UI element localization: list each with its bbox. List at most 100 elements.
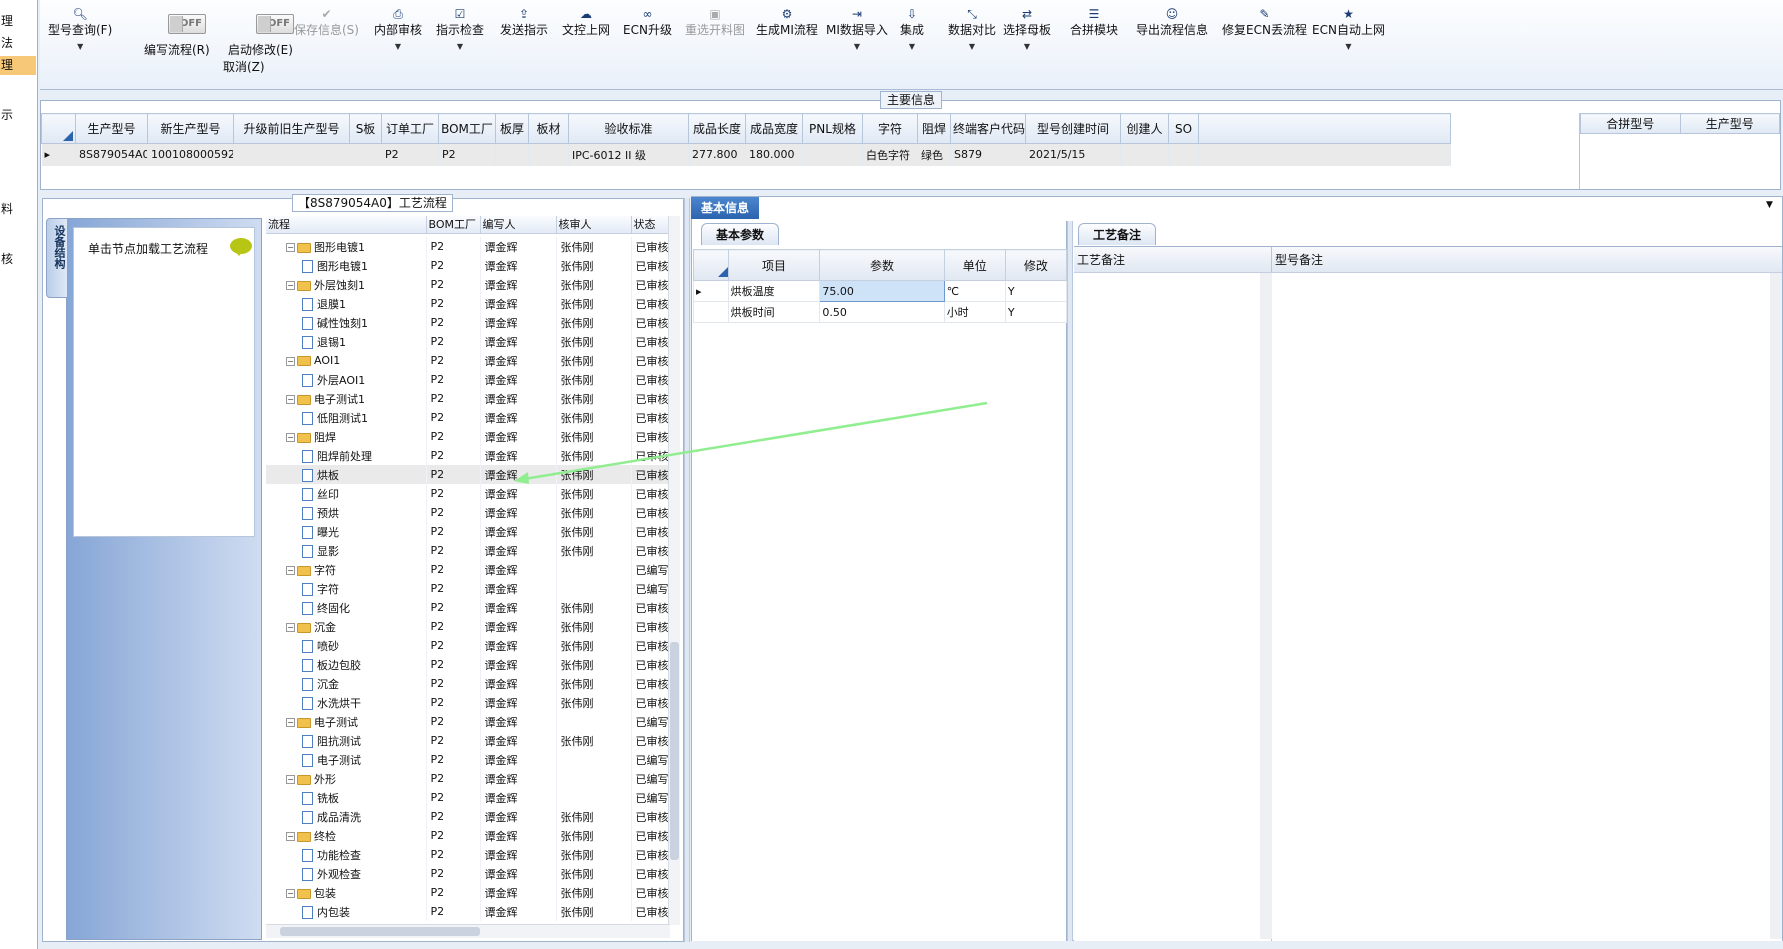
table-row[interactable]: ▸8S879054A010010800059207 P2P2 IPC-6012 II… xyxy=(41,143,1451,166)
tree-row[interactable]: − 终检 P2 谭金辉 张伟刚 已审核 xyxy=(266,826,670,845)
params-cell[interactable]: 烘板时间 xyxy=(727,301,821,323)
column-header[interactable]: 创建人 xyxy=(1120,113,1169,144)
column-header[interactable]: 升级前旧生产型号 xyxy=(233,113,350,144)
tree-node[interactable]: 终固化 xyxy=(266,598,427,617)
chevron-down-icon[interactable]: ▼ xyxy=(1766,200,1773,210)
tree-node[interactable]: 电子测试 xyxy=(266,750,427,769)
remarks-scrollbar[interactable] xyxy=(1260,273,1272,939)
tree-node[interactable]: 丝印 xyxy=(266,484,427,503)
model-remarks-col[interactable]: 型号备注 xyxy=(1272,247,1782,941)
toolbar-button-1[interactable]: ✔ 保存信息(S) xyxy=(294,6,359,38)
process-tree[interactable]: 流程 BOM工厂 编写人 核审人 状态 − 图形电镀1 P2 谭金辉 张伟刚 已审核 图形电镀1 P2 谭… xyxy=(266,216,670,925)
tab-basic-info[interactable]: 基本信息 xyxy=(691,197,759,219)
tree-row[interactable]: 显影 P2 谭金辉 张伟刚 已审核 xyxy=(266,541,670,560)
tree-row[interactable]: 低阻测试1 P2 谭金辉 张伟刚 已审核 xyxy=(266,408,670,427)
tree-node[interactable]: − 图形电镀1 xyxy=(266,237,427,256)
tree-row[interactable]: 外观检查 P2 谭金辉 张伟刚 已审核 xyxy=(266,864,670,883)
column-header[interactable]: 项目 xyxy=(727,249,821,281)
collapse-icon[interactable]: − xyxy=(286,356,295,366)
column-header[interactable]: SO xyxy=(1168,113,1199,144)
column-header[interactable]: 状态 xyxy=(631,216,670,234)
cancel-button[interactable]: 取消(Z) xyxy=(223,58,265,75)
toolbar-button-4[interactable]: ⇪ 发送指示 xyxy=(500,6,548,38)
toolbar-button-8[interactable]: ⚙ 生成MI流程 xyxy=(756,6,818,38)
tree-node[interactable]: − 沉金 xyxy=(266,617,427,636)
tree-node[interactable]: 阻焊前处理 xyxy=(266,446,427,465)
collapse-icon[interactable]: − xyxy=(286,889,295,898)
column-header[interactable]: 成品宽度 xyxy=(745,113,803,144)
collapse-icon[interactable]: − xyxy=(286,718,295,727)
tree-row[interactable]: 喷砂 P2 谭金辉 张伟刚 已审核 xyxy=(266,636,670,655)
column-header[interactable]: BOM工厂 xyxy=(426,216,481,234)
tree-node[interactable]: − 包装 xyxy=(266,883,427,902)
collapse-icon[interactable]: − xyxy=(286,775,295,784)
toggle-write_flow[interactable]: OFF xyxy=(168,14,206,34)
toggle-enable_edit[interactable]: OFF xyxy=(256,14,294,34)
collapse-icon[interactable]: − xyxy=(286,832,295,841)
params-cell[interactable]: 小时 xyxy=(943,301,1006,323)
collapse-icon[interactable]: − xyxy=(286,433,295,442)
params-cell[interactable]: Y xyxy=(1004,301,1068,323)
tree-node[interactable]: − 终检 xyxy=(266,826,427,845)
tree-node[interactable]: 铣板 xyxy=(266,788,427,807)
table-cell[interactable] xyxy=(233,143,350,166)
tree-row[interactable]: 铣板 P2 谭金辉 已编写 xyxy=(266,788,670,807)
table-cell[interactable]: 277.800 xyxy=(688,143,746,166)
collapse-icon[interactable]: − xyxy=(286,395,295,404)
chevron-down-icon[interactable]: ▼ xyxy=(374,38,422,56)
params-cell[interactable]: Y xyxy=(1004,280,1068,302)
toolbar-button-2[interactable]: ⎙ 内部审核 ▼ xyxy=(374,6,422,56)
tree-row[interactable]: 丝印 P2 谭金辉 张伟刚 已审核 xyxy=(266,484,670,503)
tree-row[interactable]: 板边包胶 P2 谭金辉 张伟刚 已审核 xyxy=(266,655,670,674)
column-header[interactable]: 核审人 xyxy=(556,216,632,234)
table-cell[interactable] xyxy=(349,143,382,166)
table-cell[interactable] xyxy=(1168,143,1199,166)
tree-row[interactable]: − 沉金 P2 谭金辉 张伟刚 已审核 xyxy=(266,617,670,636)
column-header[interactable]: S板 xyxy=(349,113,382,144)
table-cell[interactable]: P2 xyxy=(438,143,496,166)
chevron-down-icon[interactable]: ▼ xyxy=(48,38,112,56)
column-header[interactable]: 验收标准 xyxy=(568,113,689,144)
params-row[interactable]: ▸ 烘板温度 75.00 ℃ Y xyxy=(693,280,1068,302)
process-remarks-col[interactable]: 工艺备注 xyxy=(1074,247,1272,941)
tree-row[interactable]: − 电子测试1 P2 谭金辉 张伟刚 已审核 xyxy=(266,389,670,408)
toolbar-button-16[interactable]: ★ ECN自动上网 ▼ xyxy=(1312,6,1385,56)
tree-row[interactable]: 阻抗测试 P2 谭金辉 张伟刚 已审核 xyxy=(266,731,670,750)
left-nav-item[interactable]: 示 xyxy=(0,106,36,125)
tab-process-remarks[interactable]: 工艺备注 xyxy=(1078,223,1157,245)
toolbar-button-10[interactable]: ⇩ 集成 ▼ xyxy=(900,6,924,56)
column-header[interactable]: 终端客户代码 xyxy=(950,113,1026,144)
column-header[interactable]: 流程 xyxy=(266,216,427,234)
column-header[interactable]: 板材 xyxy=(528,113,569,144)
tree-node[interactable]: 预烘 xyxy=(266,503,427,522)
tree-node[interactable]: − 外形 xyxy=(266,769,427,788)
tree-node[interactable]: − AOI1 xyxy=(266,351,427,370)
tree-row[interactable]: − 电子测试 P2 谭金辉 已编写 xyxy=(266,712,670,731)
load-hint-box[interactable]: 单击节点加载工艺流程 xyxy=(73,227,255,537)
tree-row[interactable]: − 字符 P2 谭金辉 已编写 xyxy=(266,560,670,579)
column-header[interactable]: 合拼型号 xyxy=(1580,113,1681,134)
tree-row[interactable]: 曝光 P2 谭金辉 张伟刚 已审核 xyxy=(266,522,670,541)
table-cell[interactable]: 8S879054A0 xyxy=(75,143,148,166)
tree-node[interactable]: 碱性蚀刻1 xyxy=(266,313,427,332)
tree-node[interactable]: 图形电镀1 xyxy=(266,256,427,275)
tree-row[interactable]: 功能检查 P2 谭金辉 张伟刚 已审核 xyxy=(266,845,670,864)
column-header[interactable]: 修改 xyxy=(1004,249,1068,281)
left-nav-item[interactable]: 料 xyxy=(0,200,36,219)
tree-node[interactable]: 字符 xyxy=(266,579,427,598)
left-nav-item[interactable]: 理 xyxy=(0,12,36,31)
tree-node[interactable]: 水洗烘干 xyxy=(266,693,427,712)
collapse-icon[interactable]: − xyxy=(286,623,295,632)
toolbar-button-3[interactable]: ☑ 指示检查 ▼ xyxy=(436,6,484,56)
tree-node[interactable]: 外观检查 xyxy=(266,864,427,883)
column-header[interactable]: 新生产型号 xyxy=(147,113,234,144)
toolbar-button-14[interactable]: ☺ 导出流程信息 xyxy=(1136,6,1208,38)
tree-node[interactable]: 曝光 xyxy=(266,522,427,541)
tree-node[interactable]: 板边包胶 xyxy=(266,655,427,674)
tree-row[interactable]: − 外形 P2 谭金辉 已编写 xyxy=(266,769,670,788)
chevron-down-icon[interactable]: ▼ xyxy=(1003,38,1051,56)
column-header[interactable]: 单位 xyxy=(943,249,1006,281)
model-remarks-scrollbar[interactable] xyxy=(1770,273,1782,939)
left-nav-item[interactable]: 理 xyxy=(0,56,36,75)
splitter-right[interactable] xyxy=(1067,221,1073,941)
